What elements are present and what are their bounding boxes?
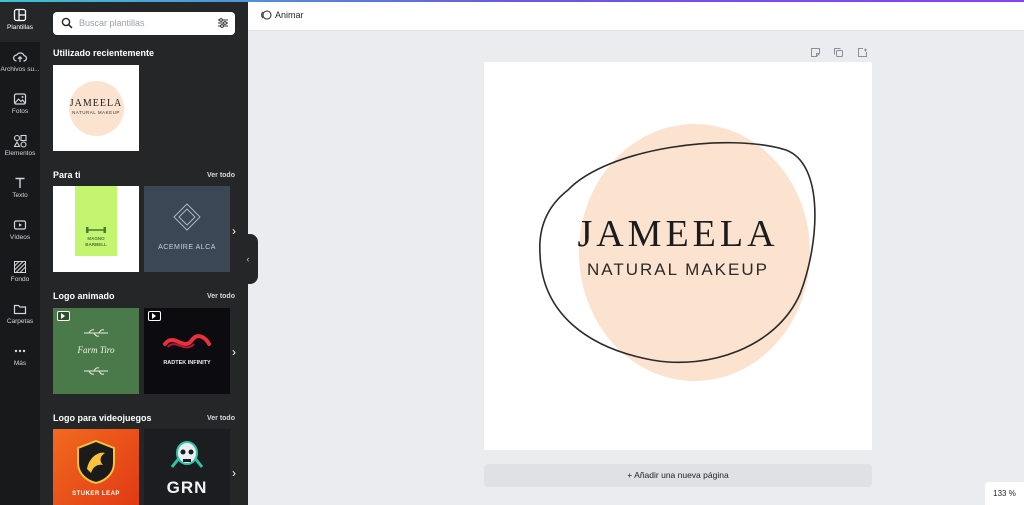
rail-label: Vídeos: [9, 234, 31, 241]
thumb-title: GRN: [166, 478, 208, 497]
animate-label: Animar: [275, 10, 304, 20]
logo-name-text[interactable]: JAMEELA: [484, 212, 872, 256]
template-thumb-radtek-infinity[interactable]: RADTEK INFINITY: [144, 308, 230, 394]
animate-button[interactable]: Animar: [260, 9, 304, 21]
page-tools: [810, 45, 876, 63]
thumb-title: STUKER LEAP: [72, 491, 120, 497]
thumb-title: Farm Tiro: [77, 345, 115, 355]
filter-icon[interactable]: [217, 17, 229, 29]
rail-label: Carpetas: [6, 318, 34, 325]
template-search-box[interactable]: [53, 12, 235, 35]
upload-cloud-icon: [13, 52, 27, 62]
video-icon: [13, 220, 27, 230]
play-icon: [57, 311, 70, 321]
leaf-branch-icon: [84, 367, 108, 375]
thumb-title: RADTEK INFINITY: [163, 360, 211, 366]
template-thumb-recent-jameela[interactable]: JAMEELA NATURAL MAKEUP: [53, 65, 139, 151]
side-rail: Plantillas Archivos su... Fotos Elemento…: [0, 2, 40, 505]
folder-icon: [13, 304, 27, 315]
section-title-gaming-logo: Logo para videojuegos: [53, 413, 152, 423]
diamond-logo-icon: [173, 203, 201, 231]
rail-item-folders[interactable]: Carpetas: [0, 296, 40, 336]
swoosh-logo-icon: [163, 334, 211, 349]
section-title-animated-logo: Logo animado: [53, 291, 115, 301]
thumb-title: ACEMIRE ALCA: [158, 244, 216, 251]
template-thumb-grn[interactable]: GRN: [144, 429, 230, 505]
logo-subtitle-text[interactable]: NATURAL MAKEUP: [484, 260, 872, 280]
thumb-title: JAMEELA: [69, 98, 123, 109]
templates-icon: [13, 8, 27, 22]
templates-panel: Utilizado recientemente JAMEELA NATURAL …: [40, 2, 248, 505]
leaf-branch-icon: [84, 329, 108, 337]
animate-icon: [261, 10, 272, 20]
thumb-subtitle: BARBELL: [85, 242, 107, 247]
chevron-right-icon[interactable]: ›: [227, 466, 241, 480]
thumb-title: MAGNO: [87, 236, 105, 241]
template-thumb-stuker-leap[interactable]: STUKER LEAP: [53, 429, 139, 505]
skull-mascot-icon: [170, 441, 204, 468]
add-new-page-button[interactable]: + Añadir una nueva página: [484, 464, 872, 487]
duplicate-page-button[interactable]: [833, 45, 844, 63]
section-title-recent: Utilizado recientemente: [53, 48, 155, 58]
add-page-icon: [857, 48, 867, 57]
rail-label: Texto: [12, 192, 28, 199]
rail-label: Archivos su...: [0, 66, 40, 73]
template-thumb-magno-barbell[interactable]: MAGNO BARBELL: [53, 186, 139, 272]
text-icon: [15, 177, 25, 188]
rail-item-elements[interactable]: Elementos: [0, 128, 40, 168]
rail-label: Más: [13, 360, 27, 367]
rail-label: Fotos: [11, 108, 29, 115]
see-all-animated-link[interactable]: Ver todo: [207, 293, 235, 300]
background-icon: [14, 261, 26, 273]
editor-top-bar: Animar: [248, 2, 1024, 31]
rail-item-more[interactable]: Más: [0, 338, 40, 378]
collapse-panel-button[interactable]: ‹: [238, 234, 258, 284]
see-all-for-you-link[interactable]: Ver todo: [207, 172, 235, 179]
thumb-subtitle: NATURAL MAKEUP: [72, 110, 120, 115]
template-search-input[interactable]: [79, 15, 209, 31]
note-icon: [811, 48, 820, 57]
photos-icon: [13, 93, 27, 105]
design-page[interactable]: JAMEELA NATURAL MAKEUP: [484, 62, 872, 450]
chevron-right-icon[interactable]: ›: [227, 345, 241, 359]
template-thumb-acemire-alca[interactable]: ACEMIRE ALCA: [144, 186, 230, 272]
rail-item-templates[interactable]: Plantillas: [0, 2, 40, 42]
play-icon: [148, 311, 161, 321]
barbell-icon: [86, 227, 106, 233]
see-all-gaming-link[interactable]: Ver todo: [207, 415, 235, 422]
rail-item-uploads[interactable]: Archivos su...: [0, 44, 40, 84]
rail-item-photos[interactable]: Fotos: [0, 86, 40, 126]
search-icon: [61, 17, 73, 29]
zoom-level-button[interactable]: 133 %: [985, 482, 1024, 505]
section-title-for-you: Para ti: [53, 170, 81, 180]
rail-item-background[interactable]: Fondo: [0, 254, 40, 294]
rail-item-text[interactable]: Texto: [0, 170, 40, 210]
rail-label: Fondo: [10, 276, 30, 283]
rail-label: Elementos: [4, 150, 36, 157]
template-thumb-farm-tiro[interactable]: Farm Tiro: [53, 308, 139, 394]
page-notes-button[interactable]: [810, 45, 821, 63]
rail-label: Plantillas: [6, 24, 33, 31]
rail-item-videos[interactable]: Vídeos: [0, 212, 40, 252]
dragon-shield-icon: [77, 439, 115, 485]
elements-icon: [13, 134, 27, 148]
duplicate-icon: [834, 48, 844, 57]
more-icon: [14, 349, 26, 353]
add-page-icon-button[interactable]: [857, 45, 868, 63]
